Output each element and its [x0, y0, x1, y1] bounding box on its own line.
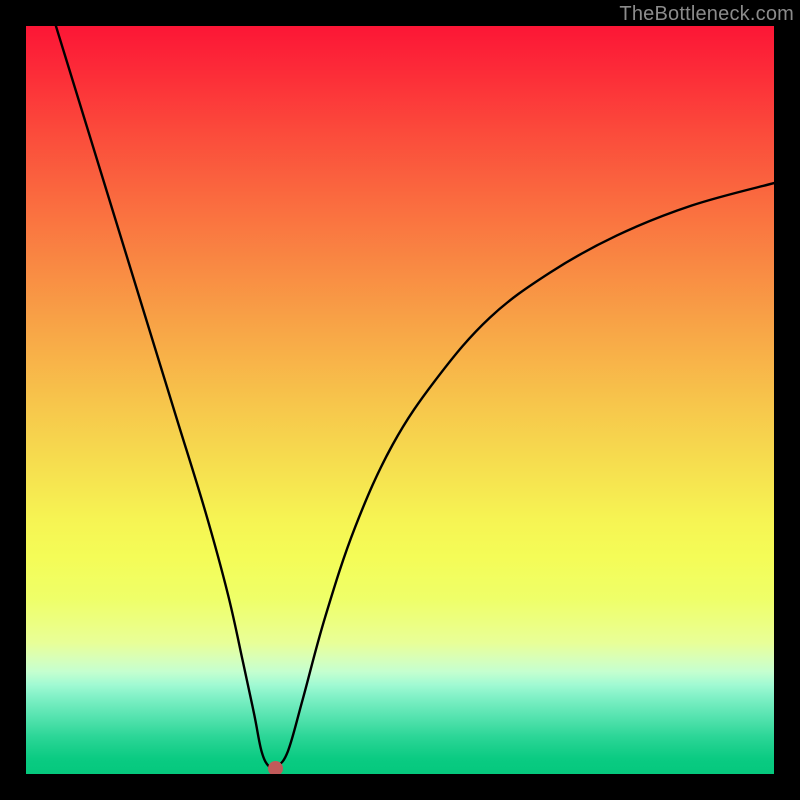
curve-layer [26, 26, 774, 774]
data-marker [268, 761, 283, 774]
watermark-label: TheBottleneck.com [619, 3, 794, 26]
chart-frame: TheBottleneck.com [0, 0, 800, 800]
bottleneck-curve-path [56, 26, 774, 769]
plot-area [26, 26, 774, 774]
